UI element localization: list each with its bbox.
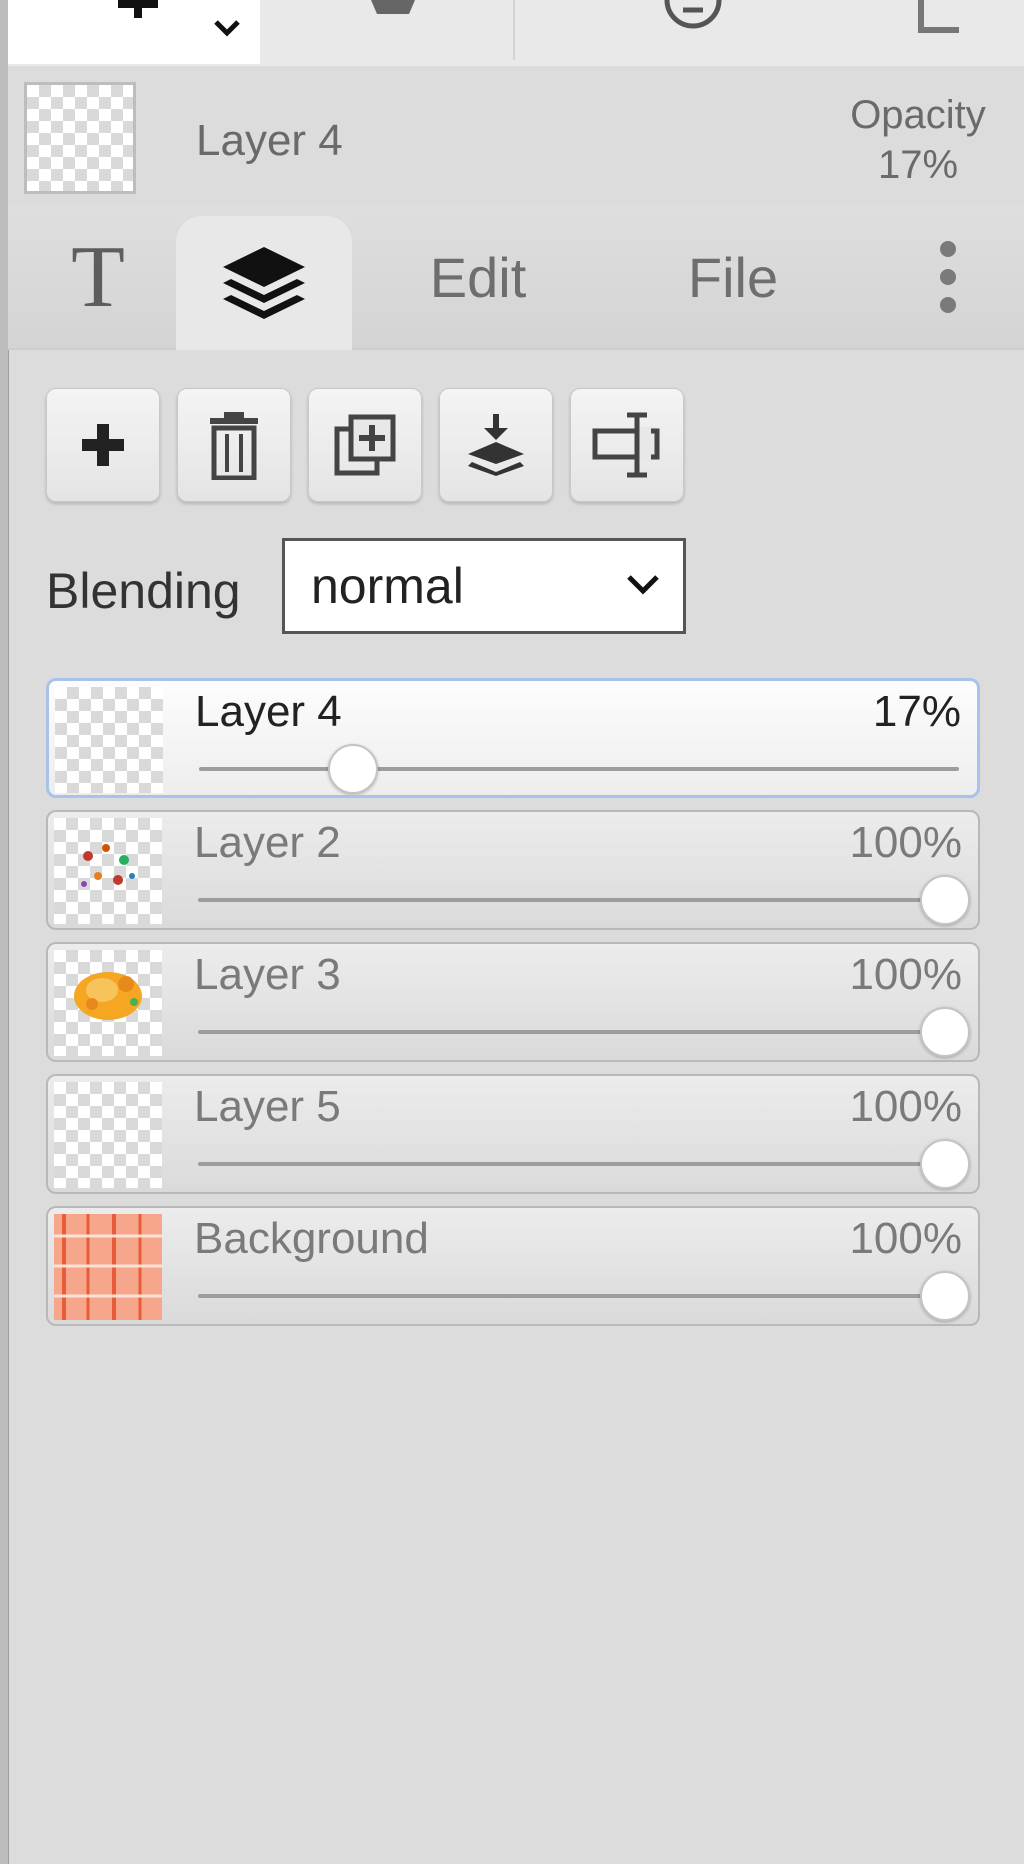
layer-thumbnail [54, 1082, 162, 1188]
layer-row-layer-5[interactable]: Layer 5 100% [46, 1074, 980, 1194]
chevron-down-icon[interactable] [212, 16, 242, 40]
opacity-slider-track[interactable] [198, 1294, 960, 1298]
opacity-slider-track[interactable] [199, 767, 959, 771]
toolbar-divider [513, 0, 515, 60]
layer-row-background[interactable]: Background 100% [46, 1206, 980, 1326]
tab-more[interactable] [908, 206, 988, 348]
trash-icon [210, 412, 258, 480]
top-toolbar [8, 0, 1024, 68]
layer-opacity-value: 100% [849, 1214, 962, 1263]
opacity-slider-handle[interactable] [920, 1271, 970, 1321]
add-layer-button[interactable] [46, 388, 160, 502]
layer-thumbnail [55, 687, 163, 793]
background-artwork [54, 1214, 162, 1320]
layer-row-layer-2[interactable]: Layer 2 100% [46, 810, 980, 930]
layer-thumbnail [54, 1214, 162, 1320]
opacity-slider-handle[interactable] [328, 744, 379, 794]
opacity-slider-handle[interactable] [920, 875, 970, 925]
layer-opacity-value: 100% [849, 818, 962, 867]
opacity-slider-handle[interactable] [920, 1007, 970, 1057]
current-layer-thumbnail [24, 82, 136, 194]
text-tool-icon: T [71, 228, 125, 326]
opacity-value: 17% [877, 143, 959, 187]
layer-thumbnail [54, 950, 162, 1056]
merge-down-icon [468, 414, 524, 476]
crop-tool-icon[interactable] [913, 0, 963, 40]
layers-icon [223, 247, 305, 319]
layer-name: Layer 2 [194, 818, 341, 867]
rename-layer-icon [592, 412, 660, 478]
opacity-slider-track[interactable] [198, 1162, 960, 1166]
blending-select[interactable]: normal [282, 538, 686, 634]
duplicate-layer-icon [334, 414, 396, 476]
tab-file[interactable]: File [668, 206, 798, 348]
more-vertical-icon [940, 241, 956, 313]
layer-opacity-value: 17% [872, 687, 961, 736]
layer-name: Layer 4 [195, 687, 342, 736]
tab-edit[interactable]: Edit [408, 206, 548, 348]
rename-layer-button[interactable] [570, 388, 684, 502]
layer-name: Background [194, 1214, 429, 1263]
layer-row-layer-3[interactable]: Layer 3 100% [46, 942, 980, 1062]
active-tool-slot[interactable] [8, 0, 260, 64]
layer-name: Layer 5 [194, 1082, 341, 1131]
opacity-slider-track[interactable] [198, 898, 960, 902]
layer-thumbnail [54, 818, 162, 924]
opacity-slider-handle[interactable] [920, 1139, 970, 1189]
current-layer-header: Layer 4 Opacity 17% [8, 66, 1024, 206]
tab-text[interactable]: T [38, 206, 158, 348]
opacity-slider-track[interactable] [198, 1030, 960, 1034]
text-tool-icon [118, 0, 158, 18]
layer-opacity-value: 100% [849, 1082, 962, 1131]
delete-layer-button[interactable] [177, 388, 291, 502]
opacity-label: Opacity [850, 93, 986, 137]
layer-name: Layer 3 [194, 950, 341, 999]
plus-icon [82, 424, 124, 466]
shape-tool-icon[interactable] [363, 0, 423, 20]
current-layer-name: Layer 4 [196, 116, 343, 165]
blending-label: Blending [46, 563, 241, 619]
merge-down-button[interactable] [439, 388, 553, 502]
layer-row-layer-4[interactable]: Layer 4 17% [46, 678, 980, 798]
zoom-out-icon[interactable] [663, 0, 723, 40]
blending-selected-value: normal [311, 558, 464, 614]
chevron-down-icon [627, 575, 659, 595]
tab-layers[interactable] [176, 216, 352, 350]
layer-2-artwork [81, 844, 135, 887]
duplicate-layer-button[interactable] [308, 388, 422, 502]
panel-tab-bar: T Edit File [8, 206, 1024, 350]
layer-3-artwork [74, 972, 142, 1020]
layer-opacity-value: 100% [849, 950, 962, 999]
current-layer-opacity: Opacity 17% [828, 90, 1008, 190]
